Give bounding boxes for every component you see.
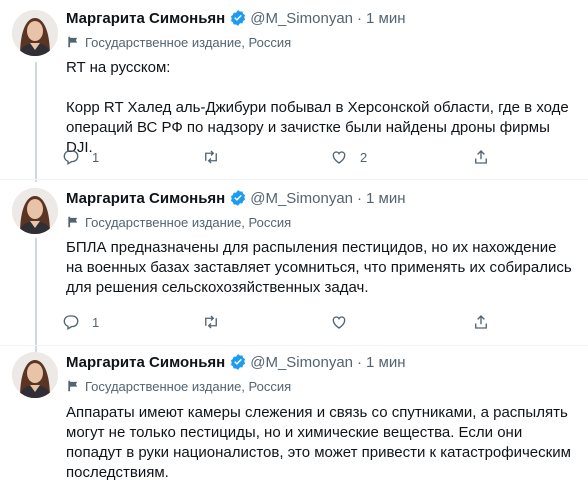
state-media-flag-icon [68,380,78,392]
tweet-text: Аппараты имеют камеры слежения и связь с… [66,403,576,483]
avatar[interactable] [12,352,58,398]
author-handle[interactable]: @M_Simonyan [250,354,353,371]
separator-dot: · [357,189,363,207]
tweet-timestamp[interactable]: 1 мин [366,354,406,371]
verified-badge-icon [229,353,247,371]
tweet-divider [0,179,588,180]
author-display-name[interactable]: Маргарита Симоньян [66,354,225,371]
heart-icon [332,316,346,329]
tweet-text: RT на русском: Корр RT Халед аль-Джибури… [66,58,576,158]
author-display-name[interactable]: Маргарита Симоньян [66,190,225,207]
tweet-actions: 1 2 [62,148,502,168]
reply-button[interactable]: 1 [62,313,99,331]
tweet-text: БПЛА предназначены для распыления пестиц… [66,238,576,298]
reply-button[interactable]: 1 [62,148,99,166]
reply-icon [63,150,79,165]
author-display-name[interactable]: Маргарита Симоньян [66,10,225,27]
tweet-divider [0,345,588,346]
state-media-label-text: Государственное издание, Россия [85,214,292,230]
reply-icon [63,315,79,330]
verified-badge-icon [229,9,247,27]
state-media-label[interactable]: Государственное издание, Россия [66,377,291,395]
heart-icon [332,151,346,164]
tweet-paragraph: Аппараты имеют камеры слежения и связь с… [66,404,571,481]
share-icon [475,315,487,329]
state-media-label-text: Государственное издание, Россия [85,34,292,50]
reply-count: 1 [92,149,100,165]
share-button[interactable] [472,148,490,166]
like-count: 2 [360,149,368,165]
thread-line [35,62,37,182]
state-media-flag-icon [68,36,78,48]
state-media-label[interactable]: Государственное издание, Россия [66,33,291,51]
like-button[interactable]: 2 [330,148,367,166]
avatar[interactable] [12,188,58,234]
state-media-label[interactable]: Государственное издание, Россия [66,213,291,231]
share-icon [475,150,487,164]
retweet-button[interactable] [202,313,220,331]
tweet-actions: 1 [62,313,502,333]
retweet-icon [205,315,217,329]
tweet-timestamp[interactable]: 1 мин [366,10,406,27]
author-handle[interactable]: @M_Simonyan [250,10,353,27]
retweet-button[interactable] [202,148,220,166]
reply-count: 1 [92,314,100,330]
thread-line [35,238,37,352]
verified-badge-icon [229,189,247,207]
retweet-icon [205,150,217,164]
tweet-paragraph: БПЛА предназначены для распыления пестиц… [66,239,572,296]
tweet-timestamp[interactable]: 1 мин [366,190,406,207]
author-handle[interactable]: @M_Simonyan [250,190,353,207]
separator-dot: · [357,353,363,371]
separator-dot: · [357,9,363,27]
state-media-label-text: Государственное издание, Россия [85,378,292,394]
tweet-paragraph: RT на русском: [66,59,171,76]
like-button[interactable] [330,313,348,331]
share-button[interactable] [472,313,490,331]
state-media-flag-icon [68,216,78,228]
avatar[interactable] [12,10,58,56]
